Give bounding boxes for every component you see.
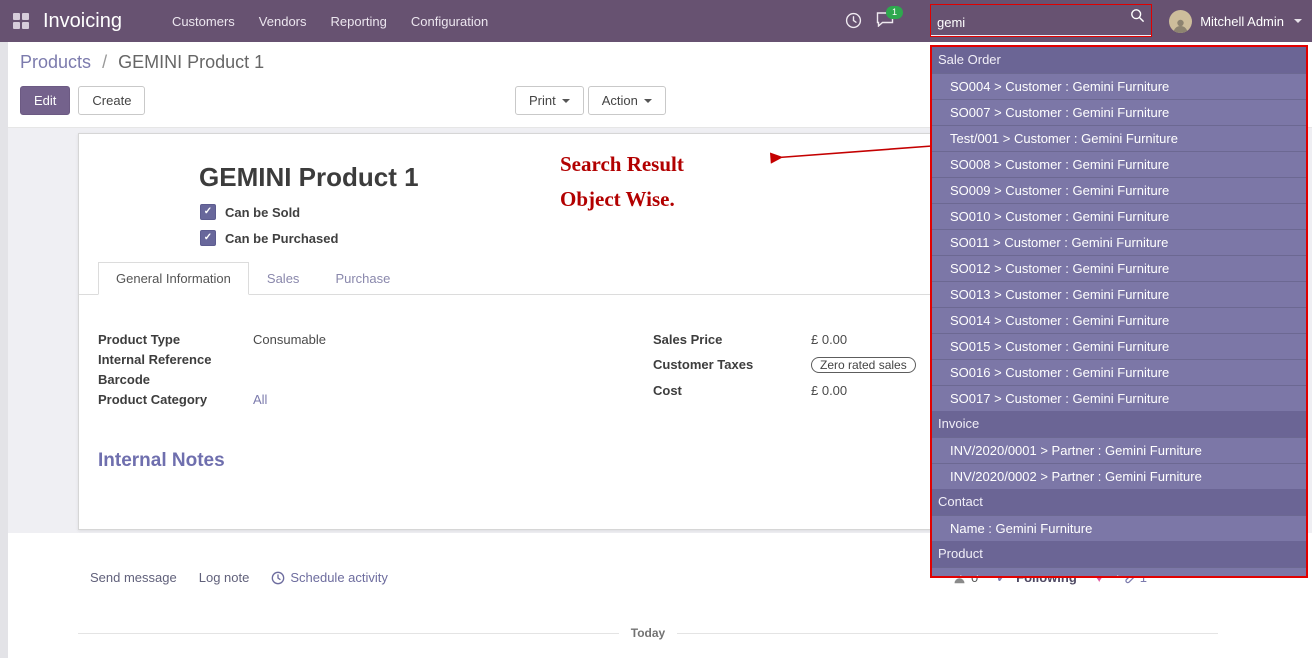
tab-sales[interactable]: Sales [249,262,318,294]
today-divider: Today [78,626,1218,640]
annotation-line2: Object Wise. [560,182,684,217]
main-menu: Customers Vendors Reporting Configuratio… [172,14,488,29]
can-be-sold-checkbox[interactable] [200,204,216,220]
search-result-item[interactable]: SO014 > Customer : Gemini Furniture [932,307,1306,333]
field-barcode: Barcode [98,372,653,387]
search-result-item[interactable]: SO016 > Customer : Gemini Furniture [932,359,1306,385]
search-result-item[interactable]: INV/2020/0001 > Partner : Gemini Furnitu… [932,437,1306,463]
menu-vendors[interactable]: Vendors [259,14,307,29]
caret-down-icon [1294,19,1302,23]
app-title[interactable]: Invoicing [43,10,122,33]
chatter-actions: Send message Log note Schedule activity [90,570,388,585]
send-message-button[interactable]: Send message [90,570,177,585]
can-be-purchased-row: Can be Purchased [200,230,338,246]
edit-button[interactable]: Edit [20,86,70,115]
can-be-sold-row: Can be Sold [200,204,300,220]
action-buttons: Print Action [515,86,666,115]
left-gutter [0,42,8,658]
tab-purchase[interactable]: Purchase [317,262,408,294]
top-navbar: Invoicing Customers Vendors Reporting Co… [0,0,1312,42]
messages-badge: 1 [886,6,903,19]
search-icon[interactable] [1130,8,1151,36]
caret-down-icon [562,99,570,103]
clock-icon [271,571,285,585]
search-result-item[interactable]: INV/2020/0002 > Partner : Gemini Furnitu… [932,463,1306,489]
annotation-line1: Search Result [560,147,684,182]
search-result-item[interactable]: SO004 > Customer : Gemini Furniture [932,73,1306,99]
form-buttons: Edit Create [20,86,145,115]
print-label: Print [529,93,556,108]
screen: Invoicing Customers Vendors Reporting Co… [0,0,1312,658]
breadcrumb-current: GEMINI Product 1 [118,52,264,72]
internal-notes-heading: Internal Notes [98,450,225,472]
tab-general-information[interactable]: General Information [98,262,249,295]
user-name: Mitchell Admin [1200,14,1284,29]
search-result-item[interactable]: SO009 > Customer : Gemini Furniture [932,177,1306,203]
menu-customers[interactable]: Customers [172,14,235,29]
caret-down-icon [644,99,652,103]
group-header-contact: Contact [932,489,1306,515]
can-be-purchased-checkbox[interactable] [200,230,216,246]
product-category-link[interactable]: All [253,392,267,407]
search-result-item[interactable]: SO010 > Customer : Gemini Furniture [932,203,1306,229]
customer-tax-badge: Zero rated sales [811,357,916,373]
group-header-sale-order: Sale Order [932,47,1306,73]
product-title: GEMINI Product 1 [199,162,419,193]
menu-reporting[interactable]: Reporting [331,14,387,29]
action-button[interactable]: Action [588,86,666,115]
group-header-product: Product [932,541,1306,567]
user-menu[interactable]: Mitchell Admin [1169,0,1302,42]
avatar [1169,10,1192,33]
search-results-dropdown: Sale Order SO004 > Customer : Gemini Fur… [930,45,1308,578]
search-result-item[interactable]: SO007 > Customer : Gemini Furniture [932,99,1306,125]
schedule-activity-button[interactable]: Schedule activity [271,570,388,585]
log-note-button[interactable]: Log note [199,570,250,585]
breadcrumb-separator: / [102,52,107,72]
annotation-arrow [758,140,938,168]
can-be-purchased-label: Can be Purchased [225,231,338,246]
search-input[interactable] [931,11,1130,36]
breadcrumb: Products / GEMINI Product 1 [20,52,264,73]
print-button[interactable]: Print [515,86,584,115]
can-be-sold-label: Can be Sold [225,205,300,220]
search-result-item[interactable]: SO008 > Customer : Gemini Furniture [932,151,1306,177]
annotation-note: Search Result Object Wise. [560,147,684,217]
create-button[interactable]: Create [78,86,145,115]
search-result-item[interactable]: SO015 > Customer : Gemini Furniture [932,333,1306,359]
search-result-item[interactable]: Display Name : GEMINI Product 1 [932,567,1306,578]
search-result-item[interactable]: Name : Gemini Furniture [932,515,1306,541]
action-label: Action [602,93,638,108]
breadcrumb-products[interactable]: Products [20,52,91,72]
search-result-item[interactable]: SO017 > Customer : Gemini Furniture [932,385,1306,411]
messages-chat-icon[interactable]: 1 [876,12,894,32]
search-result-item[interactable]: Test/001 > Customer : Gemini Furniture [932,125,1306,151]
global-search [930,4,1152,37]
field-internal-reference: Internal Reference [98,352,653,367]
today-label: Today [631,626,665,640]
search-result-item[interactable]: SO012 > Customer : Gemini Furniture [932,255,1306,281]
menu-configuration[interactable]: Configuration [411,14,488,29]
search-result-item[interactable]: SO013 > Customer : Gemini Furniture [932,281,1306,307]
apps-menu-icon[interactable] [13,13,29,29]
field-product-category: Product Category All [98,392,653,407]
activities-clock-icon[interactable] [845,12,862,34]
field-product-type: Product Type Consumable [98,332,653,347]
search-result-item[interactable]: SO011 > Customer : Gemini Furniture [932,229,1306,255]
group-header-invoice: Invoice [932,411,1306,437]
